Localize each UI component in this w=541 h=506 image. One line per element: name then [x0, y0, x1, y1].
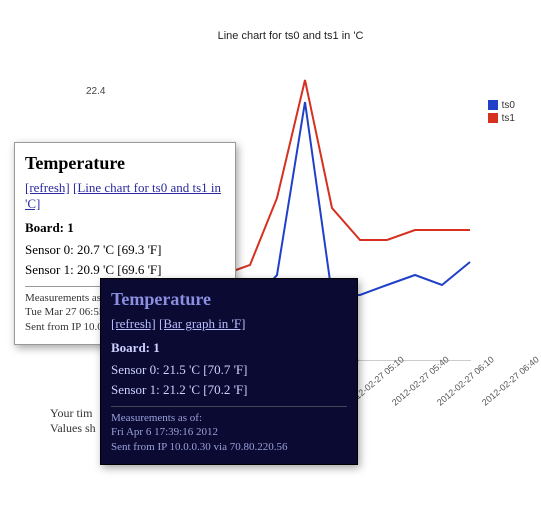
card-heading: Temperature — [111, 289, 347, 310]
background-note: Your tim Values sh — [50, 406, 96, 436]
sensor-1-reading: Sensor 1: 21.2 'C [70.2 'F] — [111, 382, 347, 398]
board-label: Board: 1 — [111, 340, 347, 356]
refresh-link[interactable]: [refresh] — [25, 180, 70, 195]
timestamp-value: Fri Apr 6 17:39:16 2012 — [111, 425, 347, 439]
temperature-card-dark: Temperature [refresh] [Bar graph in 'F] … — [100, 278, 358, 465]
refresh-link[interactable]: [refresh] — [111, 316, 156, 331]
ip-label: Sent from IP 10.0.0.30 via 70.80.220.56 — [111, 440, 347, 454]
bgnote-line2: Values sh — [50, 421, 96, 436]
timestamp-label: Measurements as of: — [111, 411, 347, 425]
sensor-0-reading: Sensor 0: 21.5 'C [70.7 'F] — [111, 362, 347, 378]
sensor-1-reading: Sensor 1: 20.9 'C [69.6 'F] — [25, 262, 225, 278]
chart-mode-link[interactable]: [Bar graph in 'F] — [159, 316, 245, 331]
sensor-0-reading: Sensor 0: 20.7 'C [69.3 'F] — [25, 242, 225, 258]
divider — [111, 406, 347, 407]
bgnote-line1: Your tim — [50, 406, 96, 421]
board-label: Board: 1 — [25, 220, 225, 236]
card-heading: Temperature — [25, 153, 225, 174]
